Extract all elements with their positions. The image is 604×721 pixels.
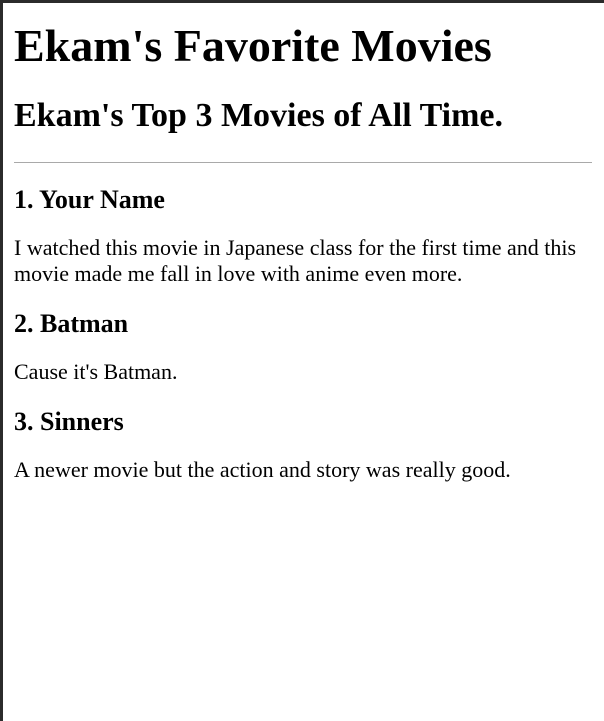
movie-heading: 3. Sinners	[14, 407, 124, 436]
movie-description: A newer movie but the action and story w…	[14, 457, 511, 482]
movie-entry-3: 3. Sinners A newer movie but the action …	[14, 407, 592, 483]
page-title: Ekam's Favorite Movies	[14, 20, 492, 71]
page-subtitle: Ekam's Top 3 Movies of All Time.	[14, 97, 503, 134]
movie-entry-2: 2. Batman Cause it's Batman.	[14, 309, 592, 385]
divider	[14, 162, 592, 163]
movie-heading: 2. Batman	[14, 309, 129, 338]
movie-description: I watched this movie in Japanese class f…	[14, 235, 577, 286]
movie-heading: 1. Your Name	[14, 185, 165, 214]
window-left-border	[0, 0, 3, 721]
movie-entry-1: 1. Your Name I watched this movie in Jap…	[14, 185, 592, 287]
movie-description: Cause it's Batman.	[14, 359, 178, 384]
page-content: Ekam's Favorite Movies Ekam's Top 3 Movi…	[14, 3, 592, 483]
